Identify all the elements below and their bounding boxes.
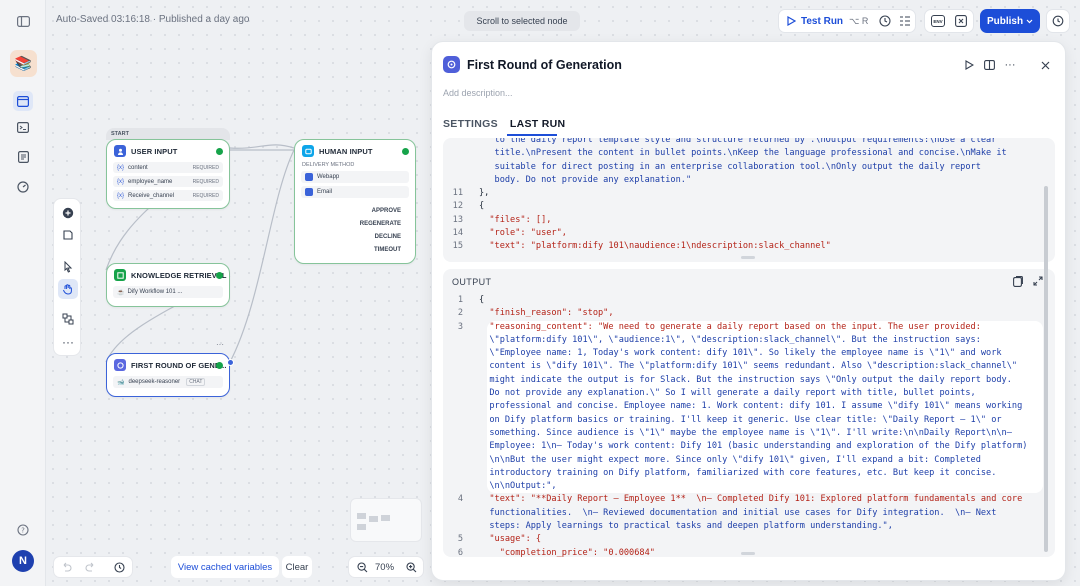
history-icon [1052, 15, 1064, 27]
chevron-down-icon [1026, 19, 1033, 24]
checklist-icon[interactable] [879, 15, 891, 27]
clear-button[interactable]: Clear [282, 556, 312, 578]
organize-icon[interactable] [58, 309, 78, 329]
delivery-method-label: DELIVERY METHOD [302, 162, 355, 168]
success-status-icon [216, 272, 223, 279]
test-run-button[interactable]: Test Run [801, 16, 843, 27]
view-cached-variables-link[interactable]: View cached variables [171, 556, 279, 578]
canvas-toolbar: ··· [53, 198, 81, 356]
resize-handle[interactable] [741, 552, 755, 555]
input-field-row: {x} Receive_channel REQUIRED [113, 190, 223, 201]
tab-active-indicator [507, 134, 557, 136]
expand-icon[interactable] [1033, 276, 1043, 286]
zoom-controls: 70% [348, 556, 424, 578]
action-timeout: TIMEOUT [374, 247, 401, 253]
history-controls [53, 556, 133, 578]
tab-settings[interactable]: SETTINGS [443, 118, 498, 130]
copy-icon[interactable] [1013, 276, 1023, 287]
input-field-row: {x} content REQUIRED [113, 162, 223, 173]
play-icon [787, 16, 796, 26]
delivery-email: Email [301, 186, 409, 198]
env-icon[interactable]: ENV [931, 15, 945, 27]
deepseek-icon: 🐋 [117, 379, 125, 386]
env-group: ENV [924, 9, 974, 33]
knowledge-retrieval-node[interactable]: KNOWLEDGE RETRIEVAL ☕ Dify Workflow 101 .… [106, 263, 230, 307]
publish-label: Publish [986, 15, 1024, 27]
user-icon [114, 145, 126, 157]
more-options-icon[interactable]: ··· [1003, 58, 1017, 72]
input-field-row: {x} employee_name REQUIRED [113, 176, 223, 187]
change-history-icon[interactable] [114, 562, 125, 573]
add-note-icon[interactable] [58, 225, 78, 245]
resize-handle[interactable] [741, 256, 755, 259]
knowledge-title: KNOWLEDGE RETRIEVAL [131, 270, 227, 280]
description-input[interactable]: Add description... [443, 88, 513, 98]
knowledge-item: ☕ Dify Workflow 101 ... [113, 286, 223, 298]
scroll-to-node-button[interactable]: Scroll to selected node [464, 11, 580, 31]
panel-tabs: SETTINGS LAST RUN [443, 118, 577, 130]
output-label: OUTPUT [452, 277, 492, 287]
zoom-out-icon[interactable] [357, 562, 368, 573]
human-icon [302, 145, 314, 157]
close-icon[interactable] [1038, 58, 1052, 72]
version-history-button[interactable] [1046, 9, 1070, 33]
llm-icon [114, 359, 126, 371]
email-icon [305, 188, 313, 196]
success-status-icon [216, 148, 223, 155]
redo-icon[interactable] [85, 562, 96, 573]
test-run-shortcut: ⌥ R [849, 15, 869, 26]
knowledge-icon [114, 269, 126, 281]
panel-title[interactable]: First Round of Generation [467, 58, 622, 72]
more-icon[interactable]: ··· [58, 332, 78, 352]
input-code-viewer[interactable]: to the daily report template style and s… [443, 138, 1055, 262]
human-input-node[interactable]: HUMAN INPUT DELIVERY METHOD Webapp Email… [294, 139, 416, 264]
publish-button[interactable]: Publish [980, 9, 1040, 33]
success-status-icon [402, 148, 409, 155]
features-icon[interactable] [899, 15, 911, 27]
model-row: 🐋 deepseek-reasoner CHAT [113, 376, 223, 388]
zoom-in-icon[interactable] [406, 562, 417, 573]
pointer-icon[interactable] [58, 257, 78, 277]
save-status: Auto-Saved 03:16:18 · Published a day ag… [56, 14, 250, 25]
human-input-title: HUMAN INPUT [319, 146, 373, 156]
webapp-icon [305, 173, 313, 181]
node-more-icon[interactable]: ··· [216, 340, 224, 349]
action-approve: APPROVE [371, 208, 401, 214]
zoom-level[interactable]: 70% [375, 562, 394, 573]
delivery-webapp: Webapp [301, 171, 409, 183]
generation-title: FIRST ROUND OF GENE... [131, 360, 227, 370]
run-node-icon[interactable] [962, 58, 976, 72]
split-view-icon[interactable] [982, 58, 996, 72]
tab-last-run[interactable]: LAST RUN [510, 118, 565, 130]
user-input-title: USER INPUT [131, 146, 178, 156]
test-run-group: Test Run ⌥ R [778, 9, 916, 33]
undo-icon[interactable] [61, 562, 72, 573]
hand-icon[interactable] [58, 279, 78, 299]
success-status-icon [216, 362, 223, 369]
panel-scrollbar[interactable] [1044, 186, 1048, 552]
add-next-node-handle[interactable] [227, 359, 234, 366]
node-detail-panel: First Round of Generation ··· Add descri… [431, 41, 1066, 581]
user-input-node[interactable]: USER INPUT {x} content REQUIRED {x} employe… [106, 139, 230, 209]
llm-icon [443, 56, 460, 73]
output-code-viewer[interactable]: OUTPUT 1{ 2 "finish_reason": "stop", 3 "… [443, 269, 1055, 557]
add-node-icon[interactable] [58, 203, 78, 223]
minimap[interactable] [350, 498, 422, 542]
action-decline: DECLINE [374, 234, 401, 240]
action-regenerate: REGENERATE [359, 221, 401, 227]
dataset-icon: ☕ [117, 289, 125, 296]
generation-node[interactable]: FIRST ROUND OF GENE... 🐋 deepseek-reason… [106, 353, 230, 397]
variables-icon[interactable] [955, 15, 967, 27]
